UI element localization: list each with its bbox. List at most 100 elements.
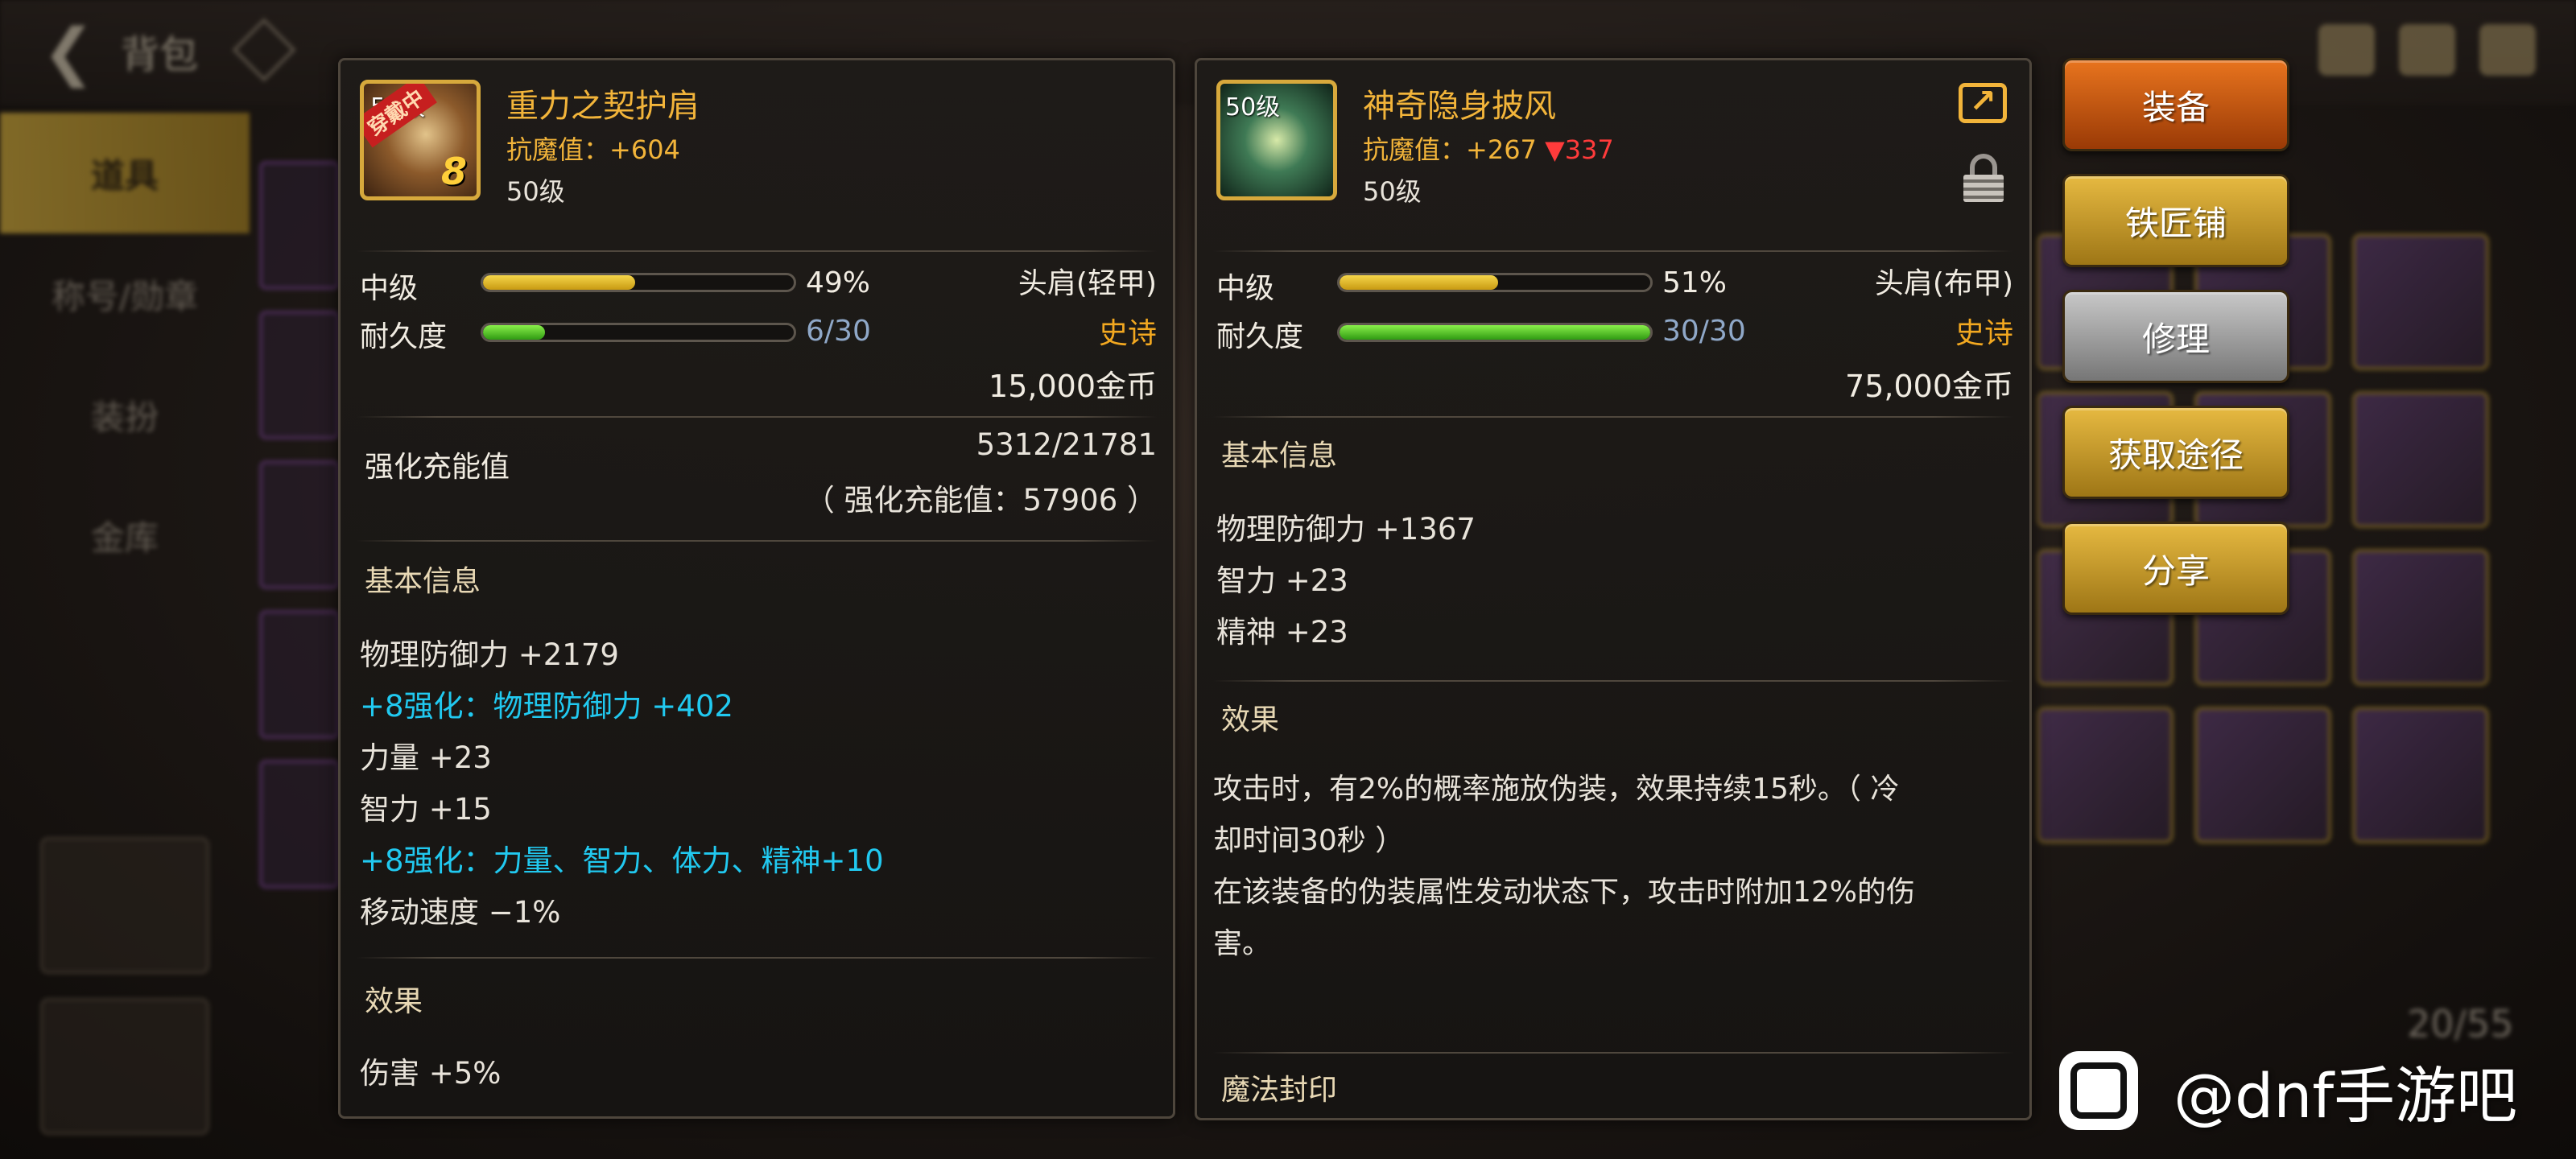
effect-line: 却时间30秒 ） bbox=[1213, 824, 1405, 857]
equip-slot[interactable] bbox=[259, 760, 340, 889]
left-shortcuts bbox=[40, 837, 209, 1159]
equip-slot[interactable] bbox=[259, 610, 340, 739]
divider bbox=[1213, 250, 2013, 252]
sell-price: 15,000金币 bbox=[989, 369, 1157, 404]
diamond-icon[interactable] bbox=[232, 18, 296, 82]
mail-icon[interactable] bbox=[2399, 24, 2455, 76]
charge-value: 5312/21781 bbox=[976, 427, 1157, 462]
effect-line: 在该装备的伪装属性发动状态下，攻击时附加12%的伤 bbox=[1213, 876, 1916, 909]
inventory-cell[interactable] bbox=[2352, 549, 2489, 686]
repair-button[interactable]: 修理 bbox=[2062, 290, 2289, 383]
attr-line: 智力 +23 bbox=[1216, 563, 1348, 598]
effect-line: 害。 bbox=[1213, 927, 1272, 960]
durability-bar bbox=[1337, 323, 1653, 342]
grade-bar-fill bbox=[483, 275, 636, 290]
treasure-icon[interactable] bbox=[2318, 24, 2375, 76]
magic-resist-value: +604 bbox=[609, 134, 680, 165]
inventory-cell[interactable] bbox=[2352, 707, 2489, 843]
magic-resist: 抗魔值：+604 bbox=[506, 130, 680, 167]
item-dictionary-button[interactable] bbox=[40, 998, 209, 1135]
divider bbox=[1213, 680, 2013, 682]
divider bbox=[357, 250, 1157, 252]
durability-label: 耐久度 bbox=[1216, 320, 1304, 353]
inventory-cell[interactable] bbox=[2352, 233, 2489, 370]
durability-bar-fill bbox=[483, 325, 546, 340]
divider bbox=[357, 957, 1157, 959]
magic-resist-value: +267 bbox=[1466, 134, 1537, 165]
compare-item-tooltip: 50级 神奇隐身披风 抗魔值：+267 ▼337 50级 ↗ 中级 51% 头肩… bbox=[1195, 58, 2032, 1120]
tab-outfits[interactable]: 装扮 bbox=[0, 354, 250, 475]
shoulder-armor-icon: 50级 穿戴中 8 bbox=[360, 80, 481, 200]
equipment-slot-column bbox=[259, 161, 340, 909]
attr-line: 物理防御力 +1367 bbox=[1216, 512, 1476, 547]
slot-type: 头肩(布甲) bbox=[1874, 267, 2013, 300]
durability-value: 6/30 bbox=[806, 315, 871, 348]
grade-bar bbox=[1337, 273, 1653, 292]
tab-vault[interactable]: 金库 bbox=[0, 475, 250, 596]
basic-info-title: 基本信息 bbox=[365, 565, 481, 598]
rarity: 史诗 bbox=[1098, 317, 1157, 350]
charge-total: （ 强化充能值：57906 ） bbox=[804, 483, 1157, 518]
inventory-cell[interactable] bbox=[2037, 707, 2174, 843]
charge-label: 强化充能值 bbox=[365, 451, 510, 484]
lock-icon[interactable] bbox=[1963, 154, 2004, 202]
share-button[interactable]: 分享 bbox=[2062, 522, 2289, 615]
enhance-level: 8 bbox=[440, 150, 467, 193]
attr-line: 智力 +15 bbox=[360, 792, 492, 827]
grade-bar-fill bbox=[1340, 275, 1498, 290]
grade-percent: 49% bbox=[806, 266, 871, 299]
magic-resist-label: 抗魔值： bbox=[1363, 134, 1467, 165]
tieba-logo-icon bbox=[2059, 1051, 2138, 1130]
divider bbox=[357, 540, 1157, 542]
attr-line: 移动速度 −1% bbox=[360, 895, 561, 930]
durability-bar bbox=[481, 323, 796, 342]
item-level-badge: 50级 bbox=[1225, 93, 1281, 122]
effect-description: 攻击时，有2%的概率施放伪装，效果持续15秒。（ 冷 却时间30秒 ） 在该装备… bbox=[1213, 764, 2018, 970]
page-title: 背包 bbox=[121, 32, 199, 77]
equip-slot[interactable] bbox=[259, 161, 340, 290]
acquire-path-button[interactable]: 获取途径 bbox=[2062, 406, 2289, 499]
item-name: 重力之契护肩 bbox=[506, 88, 700, 125]
grade-label: 中级 bbox=[360, 272, 419, 305]
bag-capacity: 20/55 bbox=[2407, 1002, 2514, 1046]
slot-type: 头肩(轻甲) bbox=[1018, 267, 1157, 300]
durability-value: 30/30 bbox=[1662, 315, 1746, 348]
attr-line: +8强化：力量、智力、体力、精神+10 bbox=[360, 843, 884, 878]
inventory-cell[interactable] bbox=[2194, 707, 2331, 843]
sell-price: 75,000金币 bbox=[1845, 369, 2013, 404]
magic-resist: 抗魔值：+267 ▼337 bbox=[1363, 130, 1614, 167]
magic-resist-label: 抗魔值： bbox=[506, 134, 610, 165]
watermark-text: @dnf手游吧 bbox=[2174, 1060, 2518, 1132]
divider bbox=[1213, 416, 2013, 418]
magic-resist-diff: ▼337 bbox=[1545, 134, 1614, 165]
inventory-cell[interactable] bbox=[2352, 391, 2489, 528]
effect-line: 伤害 +5% bbox=[360, 1056, 502, 1091]
grade-label: 中级 bbox=[1216, 272, 1275, 305]
tab-titles[interactable]: 称号/勋章 bbox=[0, 233, 250, 354]
back-arrow-icon[interactable]: ❮ bbox=[32, 18, 105, 87]
lock-body bbox=[1963, 175, 2004, 202]
equip-button[interactable]: 装备 bbox=[2062, 58, 2289, 151]
item-level: 50级 bbox=[1363, 176, 1422, 207]
grade-percent: 51% bbox=[1662, 266, 1728, 299]
equip-slot[interactable] bbox=[259, 311, 340, 439]
attr-line: 力量 +23 bbox=[360, 740, 492, 775]
tab-items[interactable]: 道具 bbox=[0, 113, 250, 233]
durability-bar-fill bbox=[1340, 325, 1650, 340]
item-name: 神奇隐身披风 bbox=[1363, 88, 1556, 125]
blacksmith-button[interactable]: 铁匠铺 bbox=[2062, 174, 2289, 267]
item-level: 50级 bbox=[506, 176, 565, 207]
basic-info-title: 基本信息 bbox=[1221, 439, 1338, 472]
attr-line: 物理防御力 +2179 bbox=[360, 637, 619, 672]
divider bbox=[1213, 1052, 2013, 1054]
skin-warehouse-button[interactable] bbox=[40, 837, 209, 974]
effect-line: 攻击时，有2%的概率施放伪装，效果持续15秒。（ 冷 bbox=[1213, 773, 1900, 806]
equip-slot[interactable] bbox=[259, 460, 340, 589]
effect-title: 效果 bbox=[1221, 703, 1280, 736]
cloak-icon: 50级 bbox=[1216, 80, 1337, 200]
share-icon[interactable]: ↗ bbox=[1959, 83, 2007, 123]
durability-label: 耐久度 bbox=[360, 320, 448, 353]
chat-icon[interactable] bbox=[2479, 24, 2536, 76]
grade-bar bbox=[481, 273, 796, 292]
rarity: 史诗 bbox=[1955, 317, 2013, 350]
